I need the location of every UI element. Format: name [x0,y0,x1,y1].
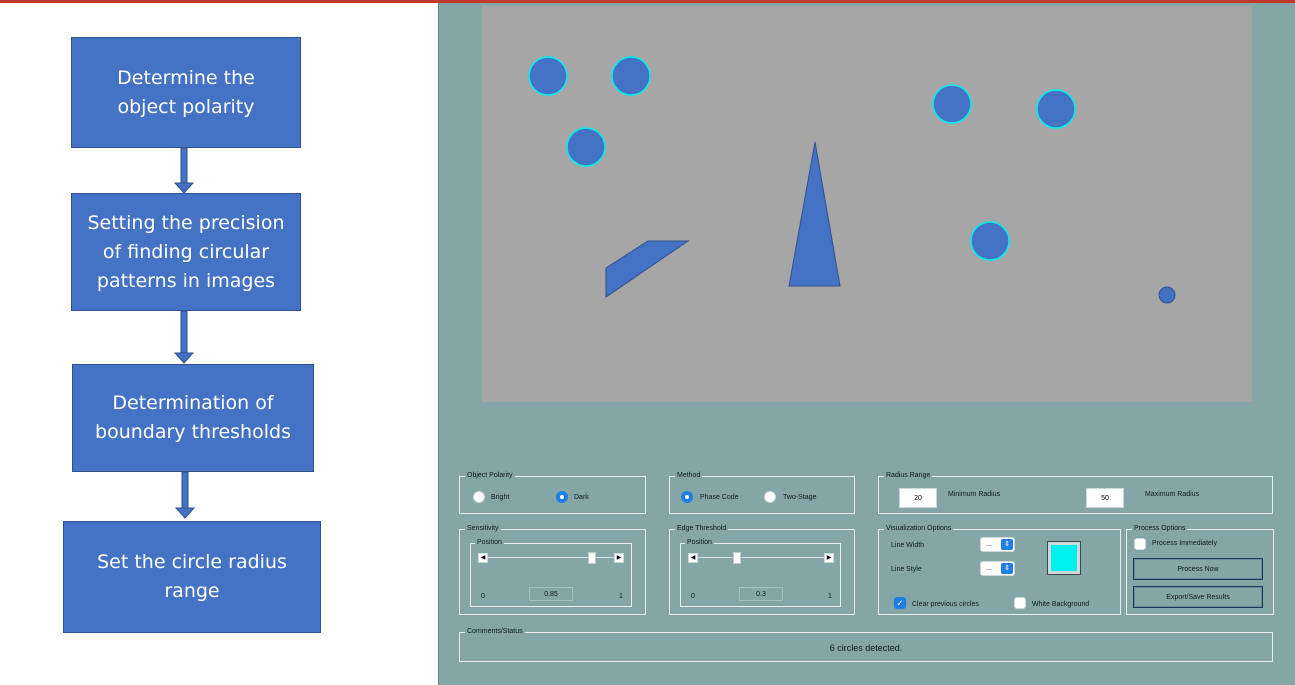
two-stage-label: Two-Stage [783,494,817,501]
maximum-radius-label: Maximum Radius [1145,491,1200,498]
line-width-value: ... [986,541,992,548]
position-label: Position [685,538,714,548]
detected-circle [932,84,972,124]
sensitivity-panel: Sensitivity Position ◀ ▶ 0 0.85 1 [459,524,646,615]
maximum-radius-input[interactable]: 50 [1086,488,1124,508]
line-style-value: ... [986,565,992,572]
line-style-label: Line Style [891,566,922,573]
flowchart-step-label: Set the circle radius range [97,551,287,602]
slider-right-arrow-icon[interactable]: ▶ [614,553,624,563]
edge-threshold-slider-thumb[interactable] [733,552,741,564]
method-panel: Method Phase Code Two-Stage [669,471,855,514]
process-immediately-checkbox[interactable] [1134,538,1146,550]
edge-threshold-panel: Edge Threshold Position ◀ ▶ 0 0.3 1 [669,524,855,615]
white-background-checkbox[interactable] [1014,597,1026,609]
canvas-shapes [528,56,1176,304]
process-immediately-label: Process Immediately [1152,540,1217,547]
process-now-button[interactable]: Process Now [1133,558,1263,580]
slider-max-label: 1 [619,593,623,600]
flowchart-arrow [173,148,195,194]
slider-right-arrow-icon[interactable]: ▶ [824,553,834,563]
parallelogram-shape [605,240,690,298]
dark-radio[interactable] [556,491,568,503]
line-width-label: Line Width [891,542,925,549]
object-polarity-panel: Object Polarity Bright Dark [459,471,646,514]
line-style-dropdown[interactable]: ... ⇕ [980,561,1015,576]
edge-threshold-slider[interactable]: ◀ ▶ [688,552,834,564]
slider-left-arrow-icon[interactable]: ◀ [478,553,488,563]
slider-min-label: 0 [691,593,695,600]
export-save-button[interactable]: Export/Save Results [1133,586,1263,608]
flowchart-step-radius: Set the circle radius range [63,521,321,633]
flowchart-step-label: Determine the object polarity [117,66,255,118]
flowchart-step-polarity: Determine the object polarity [71,37,301,148]
edge-position-group: Position ◀ ▶ 0 0.3 1 [680,538,841,607]
sensitivity-slider[interactable]: ◀ ▶ [478,552,624,564]
process-options-panel: Process Options Process Immediately Proc… [1126,524,1274,615]
detected-circle [528,56,568,96]
panel-title: Visualization Options [884,524,954,534]
flowchart-step-label: Determination of boundary thresholds [95,392,291,443]
slider-min-label: 0 [481,593,485,600]
slider-left-arrow-icon[interactable]: ◀ [688,553,698,563]
clear-previous-label: Clear previous circles [912,601,979,608]
color-swatch-fill [1051,545,1077,571]
sensitivity-slider-thumb[interactable] [588,552,596,564]
minimum-radius-label: Minimum Radius [948,491,1001,498]
bright-label: Bright [491,494,510,501]
position-label: Position [475,538,504,548]
flowchart-step-precision: Setting the precision of finding circula… [71,193,301,311]
comments-status-panel: Comments/Status 6 circles detected. [459,627,1273,662]
detected-circle [1036,89,1076,129]
flowchart-step-thresholds: Determination of boundary thresholds [72,364,314,472]
panel-title: Edge Threshold [675,524,729,534]
phase-code-radio[interactable] [681,491,693,503]
visualization-options-panel: Visualization Options Line Width ... ⇕ L… [878,524,1121,615]
panel-title: Process Options [1132,524,1188,534]
chevron-updown-icon: ⇕ [1001,539,1013,550]
detected-circle [611,56,651,96]
edge-threshold-value: 0.3 [739,587,783,601]
sensitivity-position-group: Position ◀ ▶ 0 0.85 1 [470,538,632,607]
clear-previous-checkbox[interactable]: ✓ [894,597,906,609]
phase-code-label: Phase Code [700,494,739,501]
bright-radio[interactable] [473,491,485,503]
status-text: 6 circles detected. [829,643,903,653]
two-stage-radio[interactable] [764,491,776,503]
detected-circle [566,127,606,167]
panel-title: Comments/Status [465,627,525,637]
image-canvas[interactable] [482,6,1252,402]
radius-range-panel: Radius Range 20 Minimum Radius 50 Maximu… [878,471,1273,514]
panel-title: Method [675,471,703,481]
panel-title: Object Polarity [465,471,515,481]
detected-circle [970,221,1010,261]
slider-max-label: 1 [828,593,832,600]
panel-title: Radius Range [884,471,933,481]
minimum-radius-input[interactable]: 20 [899,488,937,508]
sensitivity-value: 0.85 [529,587,573,601]
flowchart-arrow [174,472,196,519]
small-circle [1158,286,1176,304]
dark-label: Dark [574,494,589,501]
flowchart-step-label: Setting the precision of finding circula… [87,211,285,292]
flowchart-arrow [173,311,195,364]
chevron-updown-icon: ⇕ [1001,563,1013,574]
line-width-dropdown[interactable]: ... ⇕ [980,537,1015,552]
white-background-label: White Background [1032,601,1090,608]
color-swatch-button[interactable] [1047,541,1081,575]
triangle-shape [788,141,841,287]
panel-title: Sensitivity [465,524,501,534]
